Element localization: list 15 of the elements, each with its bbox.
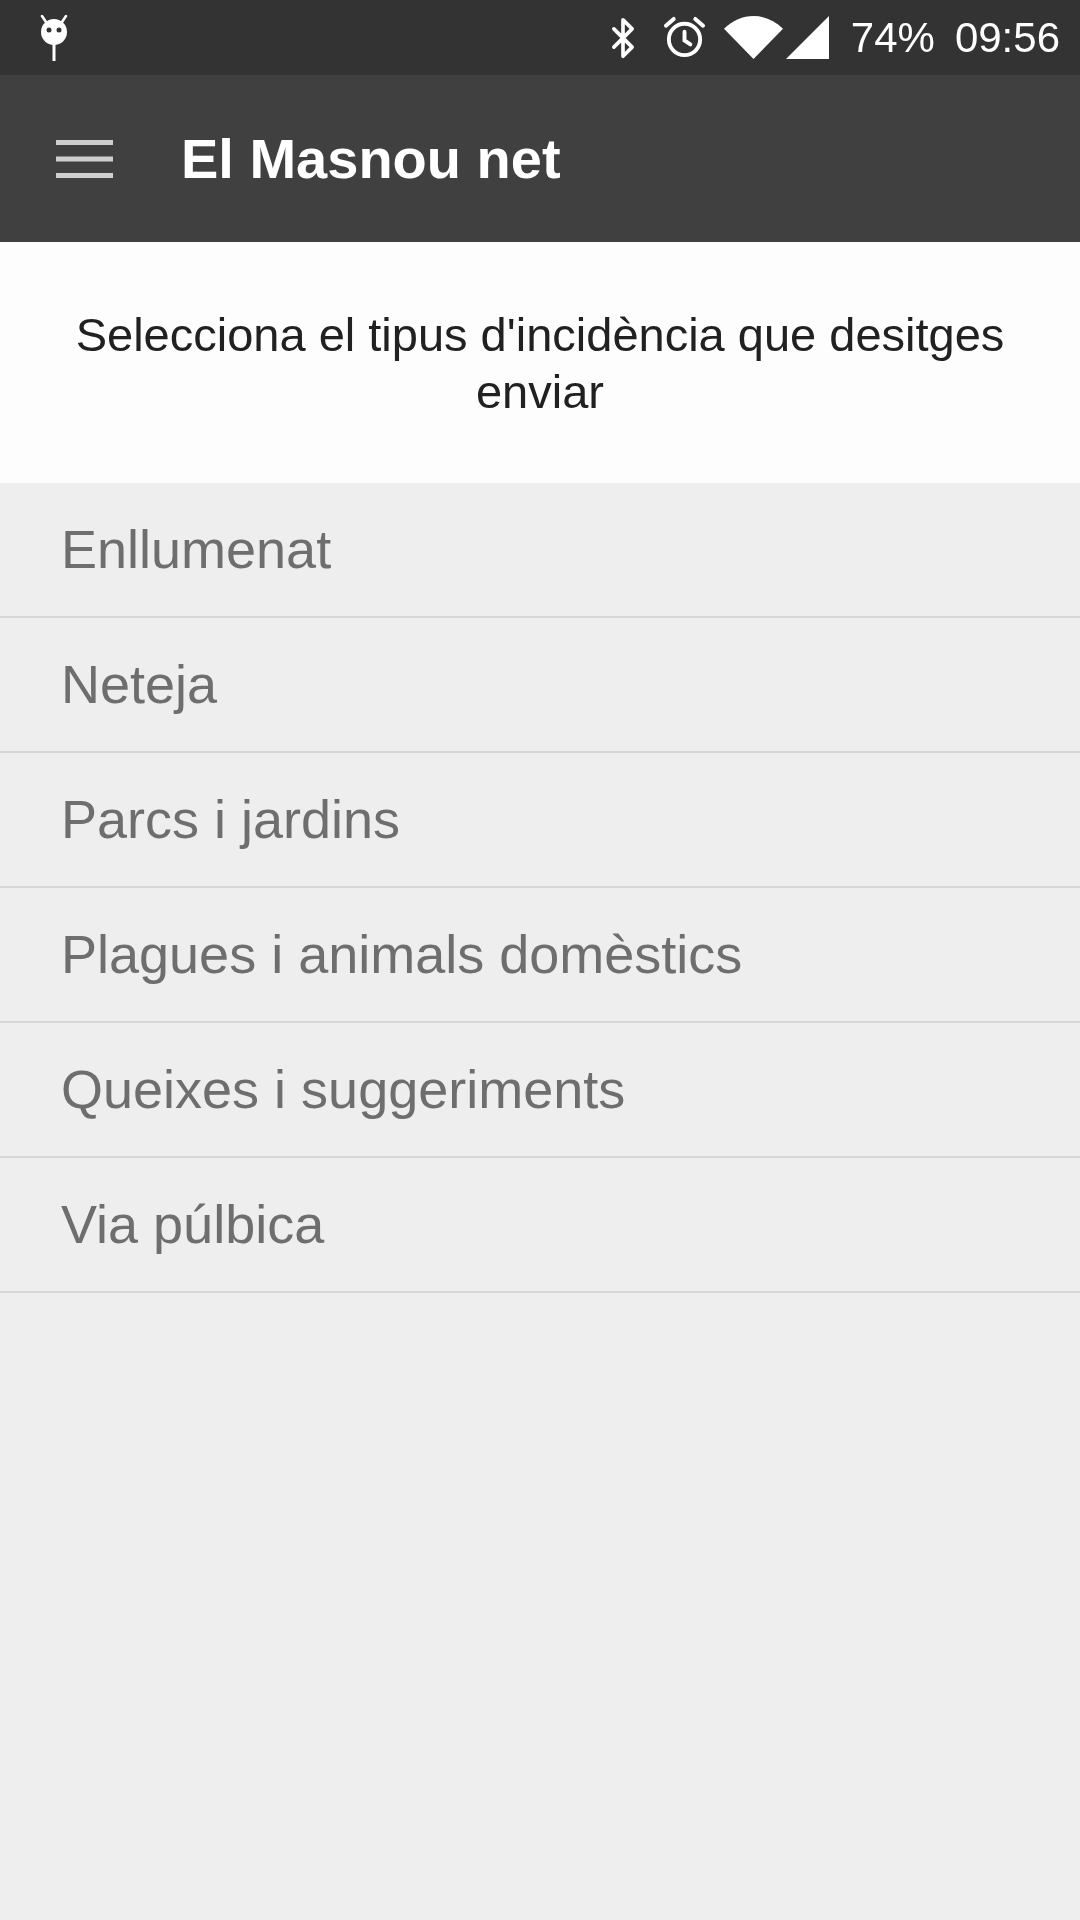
list-item[interactable]: Via púlbica (0, 1158, 1080, 1293)
list-item[interactable]: Plagues i animals domèstics (0, 888, 1080, 1023)
menu-icon (56, 139, 113, 178)
cell-signal-icon (785, 16, 829, 59)
alarm-clock-icon (662, 16, 706, 59)
app-title: El Masnou net (181, 130, 561, 187)
battery-percentage: 74% (850, 16, 935, 59)
menu-button[interactable] (56, 139, 113, 178)
list-item[interactable]: Enllumenat (0, 483, 1080, 618)
clock-time: 09:56 (954, 16, 1060, 59)
list-item[interactable]: Queixes i suggeriments (0, 1023, 1080, 1158)
wifi-icon (723, 16, 783, 59)
prompt-text: Selecciona el tipus d'incidència que desitges enviar (74, 306, 1006, 420)
list-item[interactable]: Parcs i jardins (0, 753, 1080, 888)
list-item[interactable]: Neteja (0, 618, 1080, 753)
